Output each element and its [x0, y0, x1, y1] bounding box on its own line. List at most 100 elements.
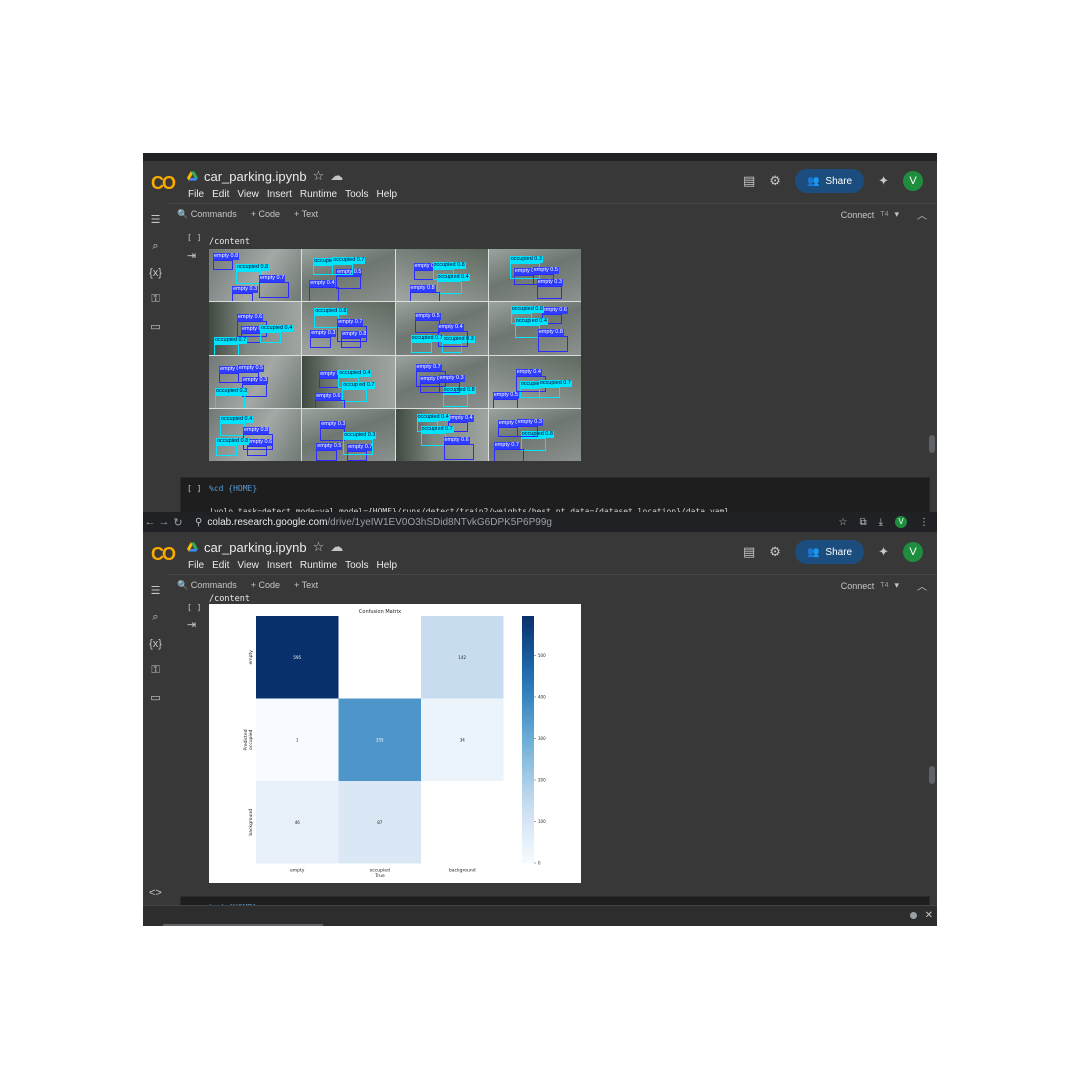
colab-window-bottom: ← → ↻ ⚲ colab.research.google.com/drive/…	[143, 512, 937, 926]
reload-icon[interactable]: ↻	[171, 516, 185, 529]
extensions-icon[interactable]: ⧉	[859, 517, 866, 528]
y-tick-label: background	[248, 809, 254, 836]
toc-icon[interactable]: ☰	[151, 584, 161, 597]
commands-button[interactable]: 🔍 Commands	[177, 580, 237, 591]
files-folder-icon[interactable]: ▭	[150, 320, 160, 333]
menu-file[interactable]: File	[188, 560, 204, 571]
url-domain: colab.research.google.com	[207, 516, 328, 528]
menu-insert[interactable]: Insert	[267, 189, 292, 200]
connect-button[interactable]: Connect	[841, 210, 875, 220]
variables-icon[interactable]: {x}	[149, 267, 162, 279]
cloud-icon[interactable]: ☁	[330, 168, 343, 184]
notebook-toolbar: 🔍 Commands + Code + Text Connect T4 ▾ ︿	[169, 203, 937, 226]
cell-run-bracket[interactable]: [ ]	[187, 603, 201, 612]
menu-tools[interactable]: Tools	[345, 560, 368, 571]
bounding-box	[414, 320, 440, 334]
bounding-box	[314, 315, 340, 329]
url-field[interactable]: ⚲ colab.research.google.com/drive/1yeIW1…	[195, 517, 552, 528]
menu-insert[interactable]: Insert	[267, 560, 292, 571]
detection-label: empty 0.6	[541, 307, 568, 315]
back-arrow-icon[interactable]: ←	[143, 516, 157, 528]
find-icon[interactable]: ⌕	[152, 240, 158, 253]
site-info-icon[interactable]: ⚲	[195, 517, 202, 528]
detection-label: empty 0.3	[310, 330, 337, 338]
colab-header: CO car_parking.ipynb ☆ ☁ File Edit View …	[143, 161, 937, 207]
bounding-box	[410, 342, 432, 354]
menu-edit[interactable]: Edit	[212, 189, 229, 200]
comment-icon[interactable]: ▤	[743, 544, 755, 560]
chevron-up-icon[interactable]: ︿	[917, 578, 927, 593]
close-icon[interactable]: ✕	[925, 910, 933, 921]
avatar[interactable]: V	[903, 171, 923, 191]
menu-runtime[interactable]: Runtime	[300, 560, 337, 571]
detection-tile: empty 0.8 occupied 0.8 empty 0.7 empty 0.3	[209, 249, 302, 302]
comment-icon[interactable]: ▤	[743, 173, 755, 189]
connect-dropdown-icon[interactable]: ▾	[894, 209, 899, 220]
detection-label: empty 0.3	[516, 418, 543, 426]
menu-kebab-icon[interactable]: ⋮	[919, 517, 929, 528]
gear-icon[interactable]: ⚙	[769, 173, 781, 189]
download-icon[interactable]: ⤓	[879, 517, 883, 528]
bounding-box	[338, 376, 360, 388]
colorbar-tick-label: 100	[538, 819, 546, 824]
menu-help[interactable]: Help	[376, 560, 397, 571]
files-folder-icon[interactable]: ▭	[150, 691, 160, 704]
toc-icon[interactable]: ☰	[151, 213, 161, 226]
detection-label: occupied 0.8	[432, 262, 466, 269]
gear-icon[interactable]: ⚙	[769, 544, 781, 560]
share-button[interactable]: 👥 Share	[794, 540, 865, 564]
notebook-title[interactable]: car_parking.ipynb	[204, 169, 307, 184]
notebook-title[interactable]: car_parking.ipynb	[204, 540, 307, 555]
detection-tile: occupied 0.3 empty 0.5 empty 0.4 occupied 0…	[395, 302, 488, 355]
menu-runtime[interactable]: Runtime	[300, 189, 337, 200]
menu-tools[interactable]: Tools	[345, 189, 368, 200]
cell-run-bracket[interactable]: [ ]	[187, 484, 201, 493]
forward-arrow-icon[interactable]: →	[157, 516, 171, 528]
colab-logo[interactable]: CO	[151, 173, 176, 194]
gemini-sparkle-icon[interactable]: ✦	[878, 173, 889, 189]
star-icon[interactable]: ☆	[313, 168, 325, 184]
menu-view[interactable]: View	[237, 560, 259, 571]
detection-label: empty 0.8	[213, 253, 240, 260]
bookmark-star-icon[interactable]: ☆	[838, 517, 847, 528]
add-code-button[interactable]: + Code	[251, 580, 280, 591]
menu-edit[interactable]: Edit	[212, 560, 229, 571]
menu-view[interactable]: View	[237, 189, 259, 200]
cloud-icon[interactable]: ☁	[330, 539, 343, 555]
variables-icon[interactable]: {x}	[149, 638, 162, 650]
add-code-button[interactable]: + Code	[251, 209, 280, 220]
menu-file[interactable]: File	[188, 189, 204, 200]
commands-button[interactable]: 🔍 Commands	[177, 209, 237, 220]
runtime-type: T4	[880, 582, 889, 589]
bounding-box	[420, 432, 446, 446]
connect-dropdown-icon[interactable]: ▾	[894, 580, 899, 591]
menu-help[interactable]: Help	[376, 189, 397, 200]
output-toggle-icon[interactable]: ⇥	[187, 618, 196, 631]
cell-run-bracket[interactable]: [ ]	[187, 233, 201, 242]
find-icon[interactable]: ⌕	[152, 611, 158, 624]
share-button[interactable]: 👥 Share	[794, 169, 865, 193]
secrets-key-icon[interactable]: ⚿	[151, 293, 159, 306]
chevron-up-icon[interactable]: ︿	[917, 207, 927, 222]
gemini-sparkle-icon[interactable]: ✦	[878, 544, 889, 560]
scrollbar-thumb[interactable]	[929, 435, 935, 453]
connect-button[interactable]: Connect	[841, 581, 875, 591]
x-tick-label: occupied	[370, 868, 390, 874]
avatar[interactable]: V	[903, 542, 923, 562]
code-snippets-icon[interactable]: <>	[149, 887, 162, 899]
code-line: %cd {HOME}	[209, 484, 258, 493]
detection-label: empty 0.3	[438, 374, 465, 382]
cell-value-label: 1	[296, 737, 299, 742]
detection-label: occupied 0.8	[314, 308, 348, 316]
detection-label: occupied 0.4	[220, 415, 254, 423]
secrets-key-icon[interactable]: ⚿	[151, 664, 159, 677]
colab-logo[interactable]: CO	[151, 544, 176, 565]
scrollbar-thumb[interactable]	[929, 766, 935, 784]
add-text-button[interactable]: + Text	[294, 209, 318, 220]
bounding-box	[214, 344, 239, 355]
browser-avatar[interactable]: V	[895, 516, 907, 528]
star-icon[interactable]: ☆	[313, 539, 325, 555]
output-toggle-icon[interactable]: ⇥	[187, 249, 196, 262]
detection-tile: empty 0.6 occupied 0.4 empty 0.8 occupied 0…	[209, 408, 302, 461]
add-text-button[interactable]: + Text	[294, 580, 318, 591]
